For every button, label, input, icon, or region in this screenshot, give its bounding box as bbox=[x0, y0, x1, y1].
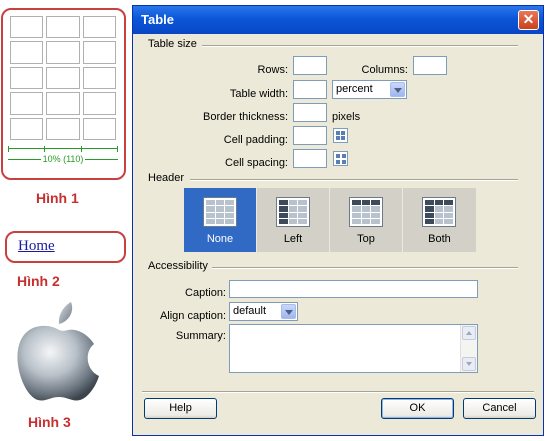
header-option-none[interactable]: None bbox=[184, 188, 257, 252]
header-heading: Header bbox=[148, 172, 185, 184]
summary-textarea[interactable] bbox=[229, 324, 478, 373]
table-cell bbox=[46, 117, 80, 140]
width-unit-value: percent bbox=[336, 83, 373, 95]
width-measure: 10% (110) bbox=[8, 146, 118, 166]
accessibility-heading: Accessibility bbox=[148, 260, 208, 272]
section-divider bbox=[190, 179, 518, 181]
table-cell bbox=[10, 66, 44, 90]
table-width-input[interactable] bbox=[293, 80, 327, 99]
section-divider bbox=[202, 45, 518, 47]
width-unit-select[interactable]: percent bbox=[332, 80, 407, 99]
cell-padding-input[interactable] bbox=[293, 126, 327, 145]
rows-input[interactable] bbox=[293, 56, 327, 75]
table-cell bbox=[10, 117, 44, 140]
header-option-label: None bbox=[206, 233, 234, 245]
ok-button[interactable]: OK bbox=[381, 398, 454, 419]
close-button[interactable]: ✕ bbox=[518, 10, 539, 30]
cell-padding-label: Cell padding: bbox=[223, 134, 288, 146]
figure-3-caption: Hình 3 bbox=[28, 414, 71, 430]
header-option-top[interactable]: Top bbox=[330, 188, 403, 252]
table-cell bbox=[46, 92, 80, 115]
summary-label: Summary: bbox=[175, 330, 226, 342]
header-option-label: Top bbox=[357, 233, 375, 245]
table-none-icon bbox=[203, 197, 237, 227]
align-caption-select[interactable]: default bbox=[229, 302, 298, 321]
dialog-title: Table bbox=[141, 12, 174, 27]
columns-label: Columns: bbox=[361, 64, 408, 76]
figure-1-table-preview: 10% (110) bbox=[1, 8, 126, 180]
cell-spacing-label: Cell spacing: bbox=[225, 157, 288, 169]
cell-spacing-input[interactable] bbox=[293, 149, 327, 168]
table-cell bbox=[46, 41, 80, 64]
table-top-header-icon bbox=[349, 197, 383, 227]
columns-input[interactable] bbox=[413, 56, 447, 75]
summary-scrollbar[interactable] bbox=[460, 325, 477, 372]
table-cell bbox=[82, 16, 116, 39]
header-options: None Left Top Both bbox=[184, 188, 476, 252]
table-cell bbox=[46, 16, 80, 39]
section-divider bbox=[212, 267, 518, 269]
table-cell bbox=[82, 41, 116, 64]
scroll-down-icon[interactable] bbox=[462, 357, 476, 371]
table-grid-preview bbox=[10, 16, 116, 140]
apple-logo-icon bbox=[17, 302, 99, 401]
border-thickness-label: Border thickness: bbox=[203, 111, 288, 123]
table-cell bbox=[82, 66, 116, 90]
table-left-header-icon bbox=[276, 197, 310, 227]
scroll-up-icon[interactable] bbox=[462, 326, 476, 340]
border-unit-label: pixels bbox=[332, 111, 361, 123]
button-separator bbox=[142, 391, 534, 393]
help-button[interactable]: Help bbox=[144, 398, 217, 419]
border-thickness-input[interactable] bbox=[293, 103, 327, 122]
figure-2-link-box: Home bbox=[5, 231, 126, 263]
table-cell bbox=[10, 41, 44, 64]
home-link[interactable]: Home bbox=[18, 238, 55, 255]
cancel-button[interactable]: Cancel bbox=[463, 398, 536, 419]
dialog-titlebar[interactable]: Table ✕ bbox=[133, 6, 543, 34]
cell-padding-icon bbox=[333, 128, 348, 143]
dialog-body: Table size Rows: Columns: Table width: p… bbox=[136, 34, 540, 432]
table-width-label: Table width: bbox=[229, 88, 288, 100]
table-cell bbox=[82, 117, 116, 140]
close-icon: ✕ bbox=[522, 11, 535, 27]
chevron-down-icon[interactable] bbox=[281, 304, 296, 319]
table-both-header-icon bbox=[422, 197, 456, 227]
cell-spacing-icon bbox=[333, 151, 348, 166]
table-size-heading: Table size bbox=[148, 38, 197, 50]
width-measure-label: 10% (110) bbox=[40, 154, 86, 164]
header-option-label: Left bbox=[283, 233, 303, 245]
table-cell bbox=[82, 92, 116, 115]
chevron-down-icon[interactable] bbox=[390, 82, 405, 97]
header-option-both[interactable]: Both bbox=[403, 188, 476, 252]
figure-2-caption: Hình 2 bbox=[17, 273, 60, 289]
table-cell bbox=[10, 16, 44, 39]
figure-1-caption: Hình 1 bbox=[36, 190, 79, 206]
header-option-label: Both bbox=[428, 233, 451, 245]
table-cell bbox=[10, 92, 44, 115]
align-caption-value: default bbox=[233, 305, 267, 317]
align-caption-label: Align caption: bbox=[159, 310, 226, 322]
rows-label: Rows: bbox=[257, 64, 288, 76]
caption-input[interactable] bbox=[229, 280, 478, 298]
table-dialog: Table ✕ Table size Rows: Columns: Table … bbox=[132, 5, 544, 436]
header-option-left[interactable]: Left bbox=[257, 188, 330, 252]
caption-label: Caption: bbox=[185, 287, 226, 299]
table-cell bbox=[46, 66, 80, 90]
